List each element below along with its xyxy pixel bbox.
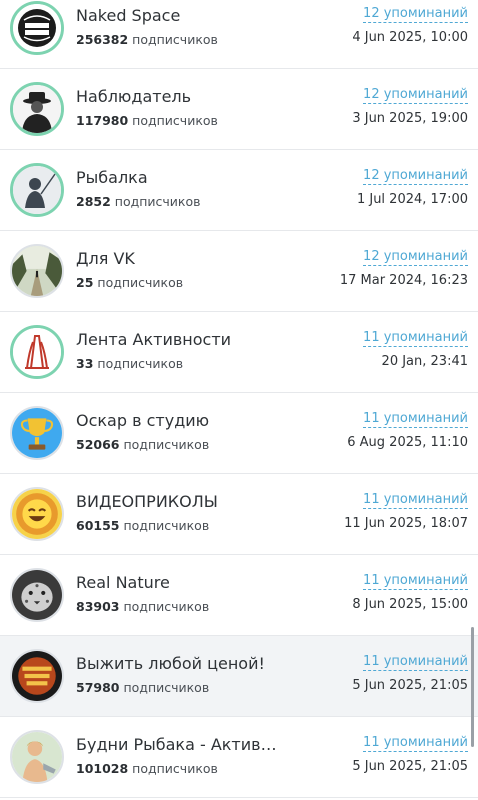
channel-row-rybalka[interactable]: Рыбалка 2852 подписчиков 12 упоминаний 1… <box>0 150 478 231</box>
post-date: 5 Jun 2025, 21:05 <box>352 678 468 693</box>
channel-list: Naked Space 256382 подписчиков 12 упомин… <box>0 0 478 798</box>
channel-row-real-nature[interactable]: Real Nature 83903 подписчиков 11 упомина… <box>0 555 478 636</box>
mentions-link[interactable]: 12 упоминаний <box>363 6 468 23</box>
channel-row-lenta-aktivnosti[interactable]: Лента Активности 33 подписчиков 11 упоми… <box>0 312 478 393</box>
post-date: 5 Jun 2025, 21:05 <box>352 759 468 774</box>
channel-title: Выжить любой ценой! <box>76 654 265 673</box>
fisherman-icon <box>10 163 64 217</box>
post-date: 3 Jun 2025, 19:00 <box>352 111 468 126</box>
subscriber-count: 33 подписчиков <box>76 356 184 371</box>
channel-title: Лента Активности <box>76 330 232 349</box>
subscriber-count: 25 подписчиков <box>76 275 184 290</box>
post-date: 17 Mar 2024, 16:23 <box>339 273 468 288</box>
man-in-hat-icon <box>10 82 64 136</box>
mentions-link[interactable]: 12 упоминаний <box>363 249 468 266</box>
subscriber-count: 256382 подписчиков <box>76 32 218 47</box>
post-date: 1 Jul 2024, 17:00 <box>356 192 468 207</box>
mentions-link[interactable]: 11 упоминаний <box>363 492 468 509</box>
snow-leopard-icon <box>10 568 64 622</box>
subscriber-count: 101028 подписчиков <box>76 761 218 776</box>
channel-title: Naked Space <box>76 6 181 25</box>
post-date: 8 Jun 2025, 15:00 <box>352 597 468 612</box>
naked-space-logo-icon <box>10 1 64 55</box>
subscriber-count: 2852 подписчиков <box>76 194 201 209</box>
vertical-scrollbar[interactable] <box>471 627 474 747</box>
channel-row-nablyudatel[interactable]: Наблюдатель 117980 подписчиков 12 упомин… <box>0 69 478 150</box>
channel-title: ВИДЕОПРИКОЛЫ <box>76 492 218 511</box>
channel-title: Real Nature <box>76 573 170 592</box>
channel-title: Оскар в студию <box>76 411 210 430</box>
mentions-link[interactable]: 11 упоминаний <box>363 330 468 347</box>
post-date: 4 Jun 2025, 10:00 <box>352 30 468 45</box>
channel-title: Рыбалка <box>76 168 148 187</box>
survive-badge-icon <box>10 649 64 703</box>
channel-title: Для VK <box>76 249 135 268</box>
post-date: 11 Jun 2025, 18:07 <box>344 516 468 531</box>
mentions-link[interactable]: 11 упоминаний <box>363 735 468 752</box>
channel-row-videoprikoly[interactable]: ВИДЕОПРИКОЛЫ 60155 подписчиков 11 упомин… <box>0 474 478 555</box>
post-date: 20 Jan, 23:41 <box>381 354 468 369</box>
subscriber-count: 52066 подписчиков <box>76 437 210 452</box>
channel-row-budni-rybaka[interactable]: Будни Рыбака - Активн... 101028 подписчи… <box>0 717 478 798</box>
forest-path-icon <box>10 244 64 298</box>
mentions-link[interactable]: 11 упоминаний <box>363 573 468 590</box>
trophy-icon <box>10 406 64 460</box>
post-date: 6 Aug 2025, 11:10 <box>347 435 468 450</box>
channel-title: Наблюдатель <box>76 87 192 106</box>
subscriber-count: 83903 подписчиков <box>76 599 210 614</box>
olympic-tower-icon <box>10 325 64 379</box>
mentions-link[interactable]: 12 упоминаний <box>363 87 468 104</box>
channel-row-vyzhit[interactable]: Выжить любой ценой! 57980 подписчиков 11… <box>0 636 478 717</box>
mentions-link[interactable]: 11 упоминаний <box>363 411 468 428</box>
channel-title: Будни Рыбака - Активн... <box>76 735 281 754</box>
channel-row-oskar[interactable]: Оскар в студию 52066 подписчиков 11 упом… <box>0 393 478 474</box>
laughing-emoji-icon <box>10 487 64 541</box>
channel-row-dlya-vk[interactable]: Для VK 25 подписчиков 12 упоминаний 17 M… <box>0 231 478 312</box>
mentions-link[interactable]: 12 упоминаний <box>363 168 468 185</box>
mentions-link[interactable]: 11 упоминаний <box>363 654 468 671</box>
channel-row-naked-space[interactable]: Naked Space 256382 подписчиков 12 упомин… <box>0 0 478 69</box>
subscriber-count: 60155 подписчиков <box>76 518 210 533</box>
fisher-woman-icon <box>10 730 64 784</box>
subscriber-count: 57980 подписчиков <box>76 680 210 695</box>
subscriber-count: 117980 подписчиков <box>76 113 218 128</box>
